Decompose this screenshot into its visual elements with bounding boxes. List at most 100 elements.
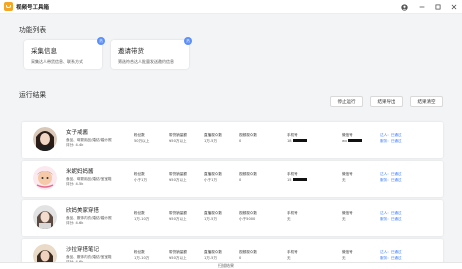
user-icon[interactable] — [396, 0, 412, 14]
video-col: 视频观众数 小于5000 — [239, 211, 257, 222]
close-icon[interactable] — [446, 0, 462, 14]
avatar — [33, 166, 57, 190]
video-col: 视频观众数 0 — [239, 133, 257, 144]
video-label: 视频观众数 — [239, 172, 257, 176]
video-value: 小于5000 — [239, 216, 256, 221]
functions-title: 功能列表 — [19, 26, 47, 34]
live-col: 直播观众数 1万-5万 — [204, 250, 222, 261]
hot-badge: 热 — [97, 37, 105, 45]
result-row: 女子戒酱 食品、母婴用品/婚纺/婚纱照 评分: 4.4k 粉丝数 50万以上 带货销… — [22, 122, 443, 158]
sales-col: 带货销量额 ¥50万以上 — [169, 211, 187, 222]
sales-col: 带货销量额 ¥50万以上 — [169, 250, 187, 261]
video-label: 视频观众数 — [239, 133, 257, 137]
maximize-icon[interactable] — [430, 0, 446, 14]
fans-col: 粉丝数 1万-10万 — [134, 250, 149, 261]
row-category: 食品、服饰内衣/婚纺/婚纱照 — [66, 216, 112, 220]
card-title: 采集信息 — [31, 47, 57, 55]
row-subinfo: 食品、母婴用品/婚纺/宝宝鞋 评分: 4.5k — [66, 177, 112, 187]
live-value: 小于1万 — [204, 177, 218, 182]
row-rating: 评分: 4.6k — [66, 221, 84, 225]
service-status-link[interactable]: 服务：已通过 — [380, 178, 402, 182]
result-row: 欣妈美家穿搭 食品、服饰内衣/婚纺/婚纱照 评分: 4.6k 粉丝数 1万-10万 … — [22, 200, 443, 236]
card-description: 采集达人带货信息、联系方式 — [31, 59, 83, 64]
row-subinfo: 食品、母婴用品/婚纺/婚纱照 评分: 4.4k — [66, 138, 112, 148]
fans-value: 小于1万 — [134, 177, 148, 182]
talent-status-link[interactable]: 达人：已通过 — [380, 211, 402, 215]
phone-value: 15 — [287, 177, 292, 182]
wechat-col: 微信号无 — [342, 172, 353, 183]
video-col: 视频观众数 0 — [239, 172, 257, 183]
hot-badge: 热 — [184, 37, 192, 45]
row-name: 米妮妈妈酱 — [66, 169, 94, 175]
live-value: 1万-5万 — [204, 255, 218, 260]
live-col: 直播观众数 1万-5万 — [204, 133, 222, 144]
video-label: 视频观众数 — [239, 250, 257, 254]
redacted-mark — [292, 178, 307, 181]
wechat-value: 无 — [342, 177, 346, 182]
fans-value: 1万-10万 — [134, 216, 150, 221]
minimize-icon[interactable] — [414, 0, 430, 14]
app-logo-icon — [4, 2, 13, 11]
wechat-col: 微信号无 — [342, 250, 353, 261]
fans-value: 1万-10万 — [134, 255, 150, 260]
row-category: 食品、母婴用品/婚纺/婚纱照 — [66, 138, 112, 142]
phone-col: 手机号无 — [287, 250, 298, 261]
app-title: 视频号工具箱 — [16, 4, 50, 11]
fans-col: 粉丝数 小于1万 — [134, 172, 147, 183]
phone-value: 无 — [287, 255, 291, 260]
sales-value: ¥50万以上 — [169, 255, 187, 260]
status-col: 达人：已通过 服务：已通过 — [380, 133, 402, 144]
collect-info-card[interactable]: 采集信息 采集达人带货信息、联系方式 热 — [24, 37, 105, 69]
row-rating: 评分: 4.5k — [66, 182, 84, 186]
redacted-mark — [292, 139, 307, 142]
sales-col: 带货销量额 ¥50万以上 — [169, 172, 187, 183]
clear-button[interactable]: 结果清空 — [410, 96, 443, 107]
redacted-mark — [348, 139, 363, 142]
fans-col: 粉丝数 50万以上 — [134, 133, 149, 144]
status-bar: 扫描结果 — [0, 262, 462, 269]
avatar — [33, 205, 57, 229]
row-category: 食品、服饰内衣/婚纺/宝宝鞋 — [66, 255, 112, 259]
service-status-link[interactable]: 服务：已通过 — [380, 256, 402, 260]
results-title: 运行结果 — [19, 91, 47, 99]
wechat-value: 无 — [342, 216, 346, 221]
video-col: 视频观众数 0 — [239, 250, 257, 261]
wechat-col: 微信号 wx — [342, 133, 363, 144]
live-value: 1万-5万 — [204, 138, 218, 143]
fans-value: 50万以上 — [134, 138, 150, 143]
sales-value: ¥50万以上 — [169, 216, 187, 221]
talent-status-link[interactable]: 达人：已通过 — [380, 133, 402, 137]
row-name: 女子戒酱 — [66, 130, 89, 136]
service-status-link[interactable]: 服务：已通过 — [380, 217, 402, 221]
video-value: 0 — [239, 177, 242, 182]
card-title: 邀请带货 — [118, 47, 144, 55]
export-button[interactable]: 结果导出 — [370, 96, 403, 107]
row-category: 食品、母婴用品/婚纺/宝宝鞋 — [66, 177, 112, 181]
service-status-link[interactable]: 服务：已通过 — [380, 139, 402, 143]
phone-col: 手机号 18 — [287, 133, 307, 144]
status-col: 达人：已通过 服务：已通过 — [380, 250, 402, 261]
invite-sale-card[interactable]: 邀请带货 筛选符合达人批量发送邀约信息 热 — [111, 37, 192, 69]
phone-value: 无 — [287, 216, 291, 221]
title-bar: 视频号工具箱 — [0, 0, 462, 14]
sales-value: ¥50万以上 — [169, 177, 187, 182]
card-description: 筛选符合达人批量发送邀约信息 — [118, 59, 174, 64]
avatar — [33, 127, 57, 151]
video-value: 0 — [239, 138, 242, 143]
video-value: 0 — [239, 255, 242, 260]
row-name: 欣妈美家穿搭 — [66, 208, 100, 214]
status-col: 达人：已通过 服务：已通过 — [380, 211, 402, 222]
live-value: 1万-5万 — [204, 216, 218, 221]
status-bar-label: 扫描结果 — [218, 263, 234, 268]
talent-status-link[interactable]: 达人：已通过 — [380, 250, 402, 254]
sales-value: ¥50万以上 — [169, 138, 187, 143]
stop-button[interactable]: 停止运行 — [330, 96, 363, 107]
live-col: 直播观众数 1万-5万 — [204, 211, 222, 222]
status-col: 达人：已通过 服务：已通过 — [380, 172, 402, 183]
row-name: 沙拉穿搭笔记 — [66, 247, 100, 253]
talent-status-link[interactable]: 达人：已通过 — [380, 172, 402, 176]
fans-col: 粉丝数 1万-10万 — [134, 211, 149, 222]
wechat-value: wx — [342, 138, 348, 143]
row-rating: 评分: 4.4k — [66, 143, 84, 147]
wechat-value: 无 — [342, 255, 346, 260]
